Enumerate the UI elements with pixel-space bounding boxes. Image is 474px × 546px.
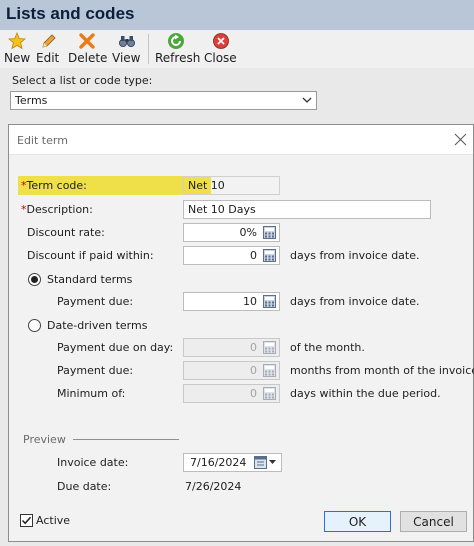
calculator-icon[interactable] (263, 249, 276, 262)
checkmark-icon (21, 516, 32, 525)
discount-within-suffix: days from invoice date. (290, 249, 420, 262)
discount-rate-label: Discount rate: (27, 226, 105, 239)
edit-button[interactable]: Edit (36, 32, 62, 65)
payment-due-on-day-suffix: of the month. (290, 341, 365, 354)
calculator-icon (263, 387, 276, 400)
due-date-label: Due date: (57, 480, 112, 493)
preview-heading: Preview (23, 433, 66, 446)
payment-due-on-day-label: Payment due on day: (57, 341, 174, 354)
minimum-of-input[interactable]: 0 (183, 384, 280, 403)
description-label: *Description: (21, 203, 93, 216)
toolbar-separator (148, 34, 149, 64)
discount-rate-input[interactable]: 0% (183, 223, 280, 242)
date-driven-terms-label[interactable]: Date-driven terms (47, 319, 147, 332)
refresh-button[interactable]: Refresh (155, 32, 200, 65)
date-driven-terms-radio[interactable] (28, 319, 41, 332)
list-type-label: Select a list or code type: (12, 74, 153, 87)
view-label: View (112, 51, 141, 65)
delete-button[interactable]: Delete (68, 32, 107, 65)
pencil-icon (42, 34, 56, 48)
preview-divider (73, 439, 179, 440)
toolbar: New Edit Delete View Refresh Close (0, 30, 474, 68)
standard-terms-radio[interactable] (28, 273, 41, 286)
refresh-label: Refresh (155, 51, 201, 65)
window-title: Lists and codes (0, 0, 474, 30)
date-payment-due-label: Payment due: (57, 364, 134, 377)
standard-terms-label[interactable]: Standard terms (47, 273, 132, 286)
discount-within-label: Discount if paid within: (27, 249, 154, 262)
discount-within-input[interactable]: 0 (183, 246, 280, 265)
invoice-date-label: Invoice date: (57, 456, 129, 469)
dialog-title-bar: Edit term (9, 125, 473, 155)
close-icon[interactable] (454, 133, 467, 146)
dialog-title: Edit term (17, 134, 68, 147)
active-checkbox[interactable] (20, 514, 33, 527)
binoculars-icon (119, 36, 135, 47)
edit-term-dialog: Edit term *Term code: Net 10 *Descriptio… (8, 124, 474, 542)
close-circle-icon (213, 33, 229, 49)
term-code-input[interactable]: Net 10 (183, 176, 280, 195)
date-payment-due-suffix: months from month of the invoice. (290, 364, 474, 377)
chevron-down-icon (302, 97, 312, 103)
calendar-dropdown-icon[interactable] (254, 456, 278, 469)
cancel-button[interactable]: Cancel (400, 511, 467, 532)
calculator-icon (263, 364, 276, 377)
active-label[interactable]: Active (36, 514, 70, 527)
delete-label: Delete (68, 51, 108, 65)
payment-due-label: Payment due: (57, 295, 134, 308)
date-payment-due-input[interactable]: 0 (183, 361, 280, 380)
list-type-value: Terms (15, 94, 48, 107)
calculator-icon (263, 341, 276, 354)
invoice-date-picker[interactable]: 7/16/2024 (183, 453, 282, 472)
due-date-value: 7/26/2024 (185, 480, 242, 493)
calculator-icon[interactable] (263, 226, 276, 239)
view-button[interactable]: View (112, 32, 142, 65)
description-input[interactable]: Net 10 Days (183, 200, 431, 219)
term-code-label: *Term code: (21, 179, 87, 192)
payment-due-suffix: days from invoice date. (290, 295, 420, 308)
star-icon (8, 32, 26, 50)
minimum-of-suffix: days within the due period. (290, 387, 441, 400)
delete-x-icon (79, 33, 95, 49)
refresh-icon (168, 33, 184, 49)
calculator-icon[interactable] (263, 295, 276, 308)
close-label: Close (204, 51, 237, 65)
ok-button[interactable]: OK (324, 511, 391, 532)
payment-due-input[interactable]: 10 (183, 292, 280, 311)
new-label: New (4, 51, 31, 65)
new-button[interactable]: New (4, 32, 30, 65)
edit-label: Edit (36, 51, 60, 65)
payment-due-on-day-input[interactable]: 0 (183, 338, 280, 357)
close-button[interactable]: Close (204, 32, 238, 65)
list-type-select[interactable]: Terms (10, 91, 317, 110)
minimum-of-label: Minimum of: (57, 387, 126, 400)
